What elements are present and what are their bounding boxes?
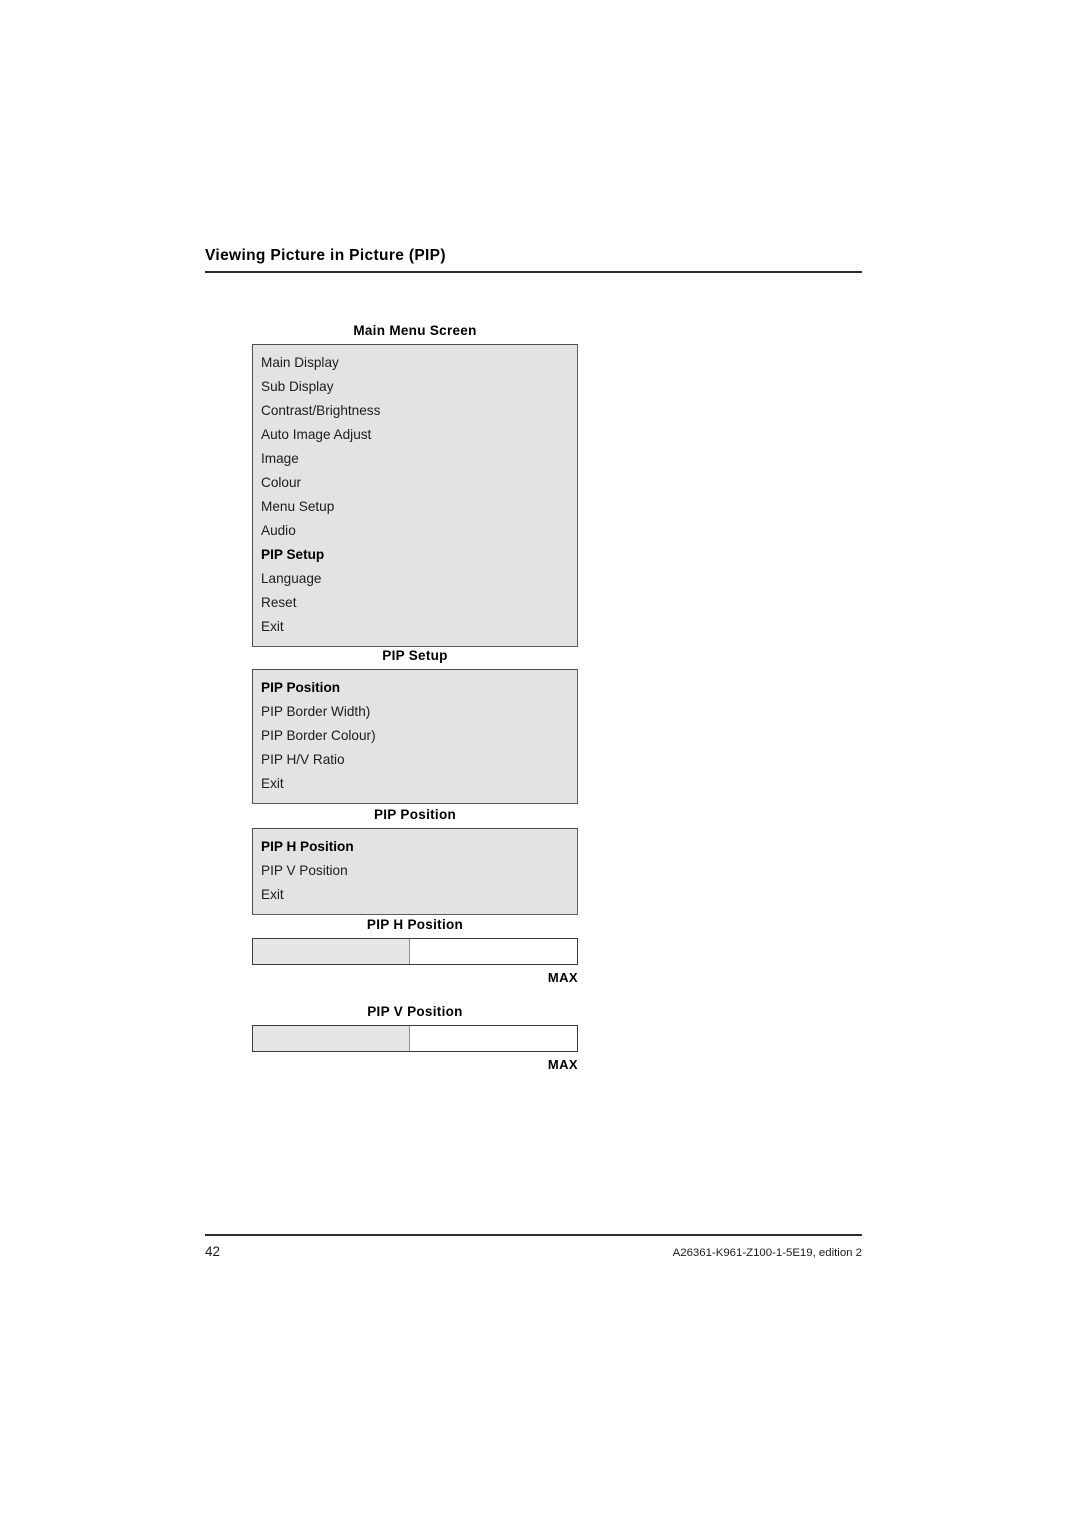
menu-item-pip-hv-ratio[interactable]: PIP H/V Ratio	[253, 748, 577, 772]
menu-item-colour[interactable]: Colour	[253, 471, 577, 495]
menu-item-language[interactable]: Language	[253, 567, 577, 591]
menu-item-pip-position[interactable]: PIP Position	[253, 676, 577, 700]
osd-caption-pip-setup: PIP Setup	[382, 648, 448, 663]
osd-caption-slider-pip-h-position: PIP H Position	[366, 917, 464, 932]
menu-item-exit[interactable]: Exit	[253, 615, 577, 639]
osd-block-slider-pip-h-position: PIP H Position MAX	[252, 916, 578, 986]
menu-item-audio[interactable]: Audio	[253, 519, 577, 543]
osd-menu-main-menu-screen: Main Display Sub Display Contrast/Bright…	[252, 344, 578, 647]
slider-fill-pip-v-position	[253, 1026, 410, 1051]
slider-pip-h-position[interactable]	[252, 938, 578, 965]
menu-item-menu-setup[interactable]: Menu Setup	[253, 495, 577, 519]
page-title: Viewing Picture in Picture (PIP)	[205, 247, 446, 264]
page-footer: 42 A26361-K961-Z100-1-5E19, edition 2	[205, 1234, 862, 1262]
slider-max-label-pip-h-position: MAX	[547, 970, 578, 985]
slider-pip-v-position[interactable]	[252, 1025, 578, 1052]
menu-item-main-display[interactable]: Main Display	[253, 351, 577, 375]
menu-item-pip-position-exit[interactable]: Exit	[253, 883, 577, 907]
menu-item-pip-border-width[interactable]: PIP Border Width)	[253, 700, 577, 724]
document-id: A26361-K961-Z100-1-5E19, edition 2	[672, 1247, 862, 1259]
menu-item-pip-h-position[interactable]: PIP H Position	[253, 835, 577, 859]
osd-block-pip-setup: PIP Setup PIP Position PIP Border Width)…	[252, 647, 578, 804]
menu-item-pip-setup[interactable]: PIP Setup	[253, 543, 577, 567]
osd-menu-pip-position: PIP H Position PIP V Position Exit	[252, 828, 578, 915]
osd-block-pip-position: PIP Position PIP H Position PIP V Positi…	[252, 806, 578, 915]
slider-max-label-pip-v-position: MAX	[547, 1057, 578, 1072]
osd-block-main-menu-screen: Main Menu Screen Main Display Sub Displa…	[252, 322, 578, 647]
osd-block-slider-pip-v-position: PIP V Position MAX	[252, 1003, 578, 1073]
page-number: 42	[205, 1244, 221, 1259]
menu-item-contrast-brightness[interactable]: Contrast/Brightness	[253, 399, 577, 423]
menu-item-auto-image-adjust[interactable]: Auto Image Adjust	[253, 423, 577, 447]
osd-caption-main-menu-screen: Main Menu Screen	[353, 323, 477, 338]
header-divider	[205, 271, 862, 273]
page-header: Viewing Picture in Picture (PIP)	[205, 246, 862, 273]
menu-item-pip-v-position[interactable]: PIP V Position	[253, 859, 577, 883]
menu-item-sub-display[interactable]: Sub Display	[253, 375, 577, 399]
menu-item-pip-setup-exit[interactable]: Exit	[253, 772, 577, 796]
document-page: Viewing Picture in Picture (PIP) Main Me…	[0, 0, 1080, 1528]
menu-item-reset[interactable]: Reset	[253, 591, 577, 615]
osd-caption-pip-position: PIP Position	[373, 807, 457, 822]
menu-item-image[interactable]: Image	[253, 447, 577, 471]
footer-content: 42 A26361-K961-Z100-1-5E19, edition 2	[205, 1236, 862, 1262]
osd-caption-slider-pip-v-position: PIP V Position	[367, 1004, 463, 1019]
osd-menu-pip-setup: PIP Position PIP Border Width) PIP Borde…	[252, 669, 578, 804]
menu-item-pip-border-colour[interactable]: PIP Border Colour)	[253, 724, 577, 748]
slider-fill-pip-h-position	[253, 939, 410, 964]
